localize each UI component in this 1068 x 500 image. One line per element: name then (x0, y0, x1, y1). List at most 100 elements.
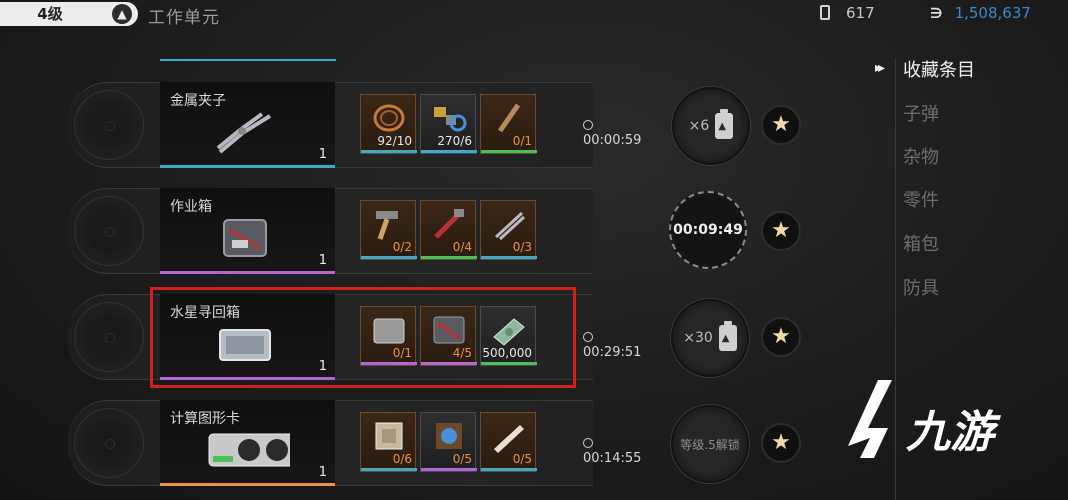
parts-icon (434, 107, 467, 132)
product-name: 计算图形卡 (170, 411, 240, 427)
unlock-requirement: 等级.5解锁 (680, 437, 740, 452)
craft-timer: 00:29:51 (583, 330, 641, 360)
battery-icon (715, 109, 734, 139)
cpu-cooler-icon (436, 423, 462, 449)
material-qty: 92/10 (377, 134, 412, 148)
material-bar (361, 468, 417, 471)
battery-icon (820, 5, 830, 20)
material-qty: 0/5 (452, 452, 472, 466)
favorite-star-icon[interactable]: ★ (761, 105, 801, 145)
clock-icon (583, 120, 593, 130)
material-bar (481, 150, 537, 153)
material-bar (481, 468, 537, 471)
material-slot[interactable]: 92/10 (360, 94, 417, 154)
product-slot[interactable]: 作业箱 1 (160, 188, 335, 274)
pliers-icon (494, 211, 526, 241)
coin-value: 1,508,637 (954, 4, 1031, 22)
material-bar (481, 256, 537, 259)
hammer-icon (376, 211, 398, 240)
material-qty: 0/4 (452, 240, 472, 254)
copper-wire-icon (373, 104, 405, 132)
craft-dial[interactable]: ×30 (671, 299, 749, 377)
rarity-bar (160, 483, 335, 486)
recipe-row[interactable]: 金属夹子 1 92/10 270/6 0/1 00:00:59 (68, 82, 641, 168)
wrench-icon (497, 103, 521, 133)
craft-timer: 00:14:55 (583, 436, 641, 466)
material-slot[interactable]: 270/6 (420, 94, 477, 154)
material-bar (421, 468, 477, 471)
battery-cost: ×30 (683, 330, 713, 346)
category-favorites[interactable]: 收藏条目 (903, 56, 975, 82)
material-qty: 0/5 (512, 452, 532, 466)
material-slot[interactable]: 0/6 (360, 412, 417, 472)
favorite-star-icon[interactable]: ★ (761, 317, 801, 357)
favorite-star-icon[interactable]: ★ (761, 211, 801, 251)
level-up-icon[interactable]: ▲ (112, 4, 132, 24)
rarity-bar (160, 165, 335, 168)
clock-icon (583, 438, 593, 448)
double-chevron-icon: ▸▸ (875, 60, 885, 76)
material-qty: 0/2 (392, 240, 412, 254)
material-slot[interactable]: 0/2 (360, 200, 417, 260)
material-bar (421, 256, 477, 259)
category-ammo[interactable]: 子弹 (903, 100, 939, 126)
power-resource: 617 (820, 4, 875, 22)
product-count: 1 (318, 465, 327, 480)
category-armor[interactable]: 防具 (903, 274, 939, 300)
recipe-row[interactable]: 作业箱 1 0/2 0/4 0/3 (68, 188, 593, 274)
pliers-icon (216, 112, 272, 154)
reel-icon (74, 302, 144, 372)
product-count: 1 (318, 253, 327, 268)
watermark-text: 九游 (906, 407, 994, 458)
locked-dial: 等级.5解锁 (671, 405, 749, 483)
reel-icon (74, 196, 144, 266)
craft-countdown-dial[interactable]: 00:09:49 (669, 191, 747, 269)
product-slot[interactable]: 金属夹子 1 (160, 82, 335, 168)
category-bags[interactable]: 箱包 (903, 230, 939, 256)
level-badge[interactable]: 4级 ▲ (0, 2, 138, 26)
rarity-bar (160, 271, 335, 274)
material-slot[interactable]: 0/5 (480, 412, 537, 472)
category-parts[interactable]: 零件 (903, 186, 939, 212)
material-bar (421, 150, 477, 153)
countdown-time: 00:09:49 (673, 222, 743, 238)
favorite-star-icon[interactable]: ★ (761, 423, 801, 463)
timer-value: 00:14:55 (583, 451, 642, 466)
product-count: 1 (318, 147, 327, 162)
craft-dial[interactable]: ×6 (672, 87, 750, 165)
recipe-row[interactable]: 计算图形卡 1 0/6 0/5 0/5 00:14:55 (68, 400, 641, 486)
currency-icon: ∋ (930, 6, 943, 22)
material-slot[interactable]: 0/1 (480, 94, 537, 154)
material-slot[interactable]: 0/3 (480, 200, 537, 260)
top-bar: 4级 ▲ 工作单元 617 ∋ 1,508,637 (0, 0, 1068, 30)
category-misc[interactable]: 杂物 (903, 143, 939, 169)
timer-value: 00:29:51 (583, 345, 642, 360)
watermark-logo-icon (848, 380, 892, 458)
selection-highlight (150, 287, 576, 388)
product-name: 金属夹子 (170, 93, 226, 109)
watermark: 九游 (838, 376, 994, 466)
material-qty: 0/1 (512, 134, 532, 148)
power-value: 617 (846, 4, 875, 22)
graphics-card-icon (208, 433, 290, 467)
material-slot[interactable]: 0/5 (420, 412, 477, 472)
reel-icon (74, 90, 144, 160)
product-slot[interactable]: 计算图形卡 1 (160, 400, 335, 486)
craft-timer: 00:00:59 (583, 118, 641, 148)
material-bar (361, 150, 417, 153)
toolbox-icon (223, 219, 267, 257)
level-label: 4级 (37, 5, 63, 23)
chip-icon (375, 422, 403, 450)
material-qty: 0/3 (512, 240, 532, 254)
material-bar (361, 256, 417, 259)
clock-icon (583, 332, 593, 342)
coin-resource: ∋ 1,508,637 (930, 4, 1031, 22)
timer-value: 00:00:59 (583, 133, 642, 148)
product-name: 作业箱 (170, 199, 212, 215)
battery-cost: ×6 (688, 118, 710, 134)
material-qty: 270/6 (437, 134, 472, 148)
ribbon-cable-icon (494, 425, 524, 453)
material-slot[interactable]: 0/4 (420, 200, 477, 260)
battery-icon (718, 321, 737, 351)
page-title: 工作单元 (148, 8, 220, 28)
